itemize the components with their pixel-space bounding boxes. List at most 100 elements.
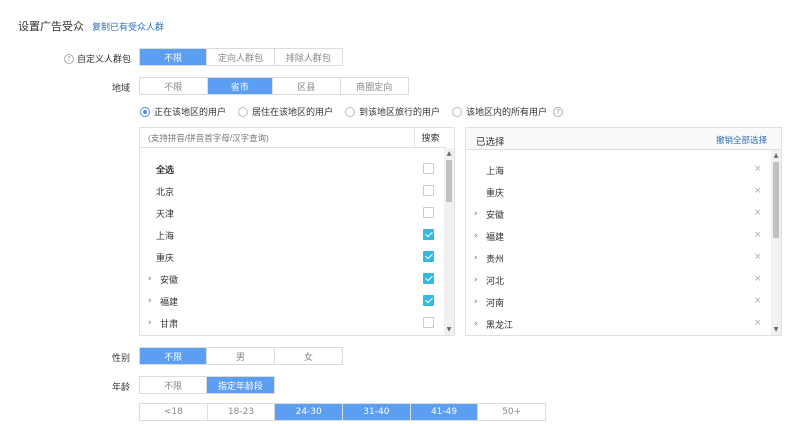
list-item[interactable]: › 安徽 [148, 268, 178, 290]
scope-radio-all[interactable] [452, 106, 463, 117]
selected-item: › 福建 [474, 225, 504, 247]
chevron-right-icon[interactable]: › [474, 209, 482, 219]
custom-audience-label: 自定义人群包 [77, 55, 132, 65]
chevron-right-icon[interactable]: › [474, 297, 482, 307]
chevron-right-icon[interactable]: › [148, 274, 156, 284]
region-scope-group: 正在该地区的用户 居住在该地区的用户 到该地区旅行的用户 该地区内的所有用户 ? [140, 105, 564, 118]
page-title: 设置广告受众 [18, 20, 84, 33]
checkbox-item[interactable] [423, 229, 434, 240]
list-item-label: 重庆 [156, 253, 175, 264]
selected-region-panel: 已选择 撤销全部选择 上海 重庆 › 安徽 › 福建 › 贵州 › 河北 › 河… [465, 127, 782, 336]
chevron-right-icon[interactable]: › [474, 319, 482, 329]
list-item[interactable]: 北京 [148, 180, 174, 202]
list-item[interactable]: › 甘肃 [148, 312, 178, 334]
remove-icon[interactable]: × [754, 252, 762, 262]
region-label: 地域 [111, 84, 130, 94]
chevron-right-icon[interactable]: › [148, 318, 156, 328]
chevron-right-icon[interactable]: › [474, 275, 482, 285]
gender-option-unlimited[interactable]: 不限 [140, 348, 208, 364]
scope-label-all: 该地区内的所有用户 [466, 108, 548, 118]
list-item-label: 甘肃 [160, 319, 179, 330]
help-icon[interactable]: ? [64, 53, 74, 64]
age-range-18-23[interactable]: 18-23 [207, 404, 276, 420]
checkbox-item[interactable] [423, 295, 434, 306]
list-item-label: 福建 [160, 297, 179, 308]
selected-item: 上海 [474, 159, 504, 181]
checkbox-item[interactable] [423, 207, 434, 218]
list-item[interactable]: 上海 [148, 224, 174, 246]
left-scrollbar[interactable]: ▲ ▼ [444, 148, 454, 335]
custom-audience-selector: 不限 定向人群包 排除人群包 [139, 48, 343, 66]
selected-item-label: 福建 [486, 232, 505, 243]
remove-icon[interactable]: × [754, 164, 762, 174]
selected-item-label: 安徽 [486, 210, 505, 221]
list-item[interactable]: 重庆 [148, 246, 174, 268]
scope-radio-travel[interactable] [345, 106, 356, 117]
copy-audience-link[interactable]: 复制已有受众人群 [92, 20, 164, 33]
remove-icon[interactable]: × [754, 318, 762, 328]
right-scrollbar[interactable]: ▲ ▼ [771, 150, 781, 335]
list-item-select-all[interactable]: 全选 [148, 158, 174, 180]
right-scroll-thumb[interactable] [773, 162, 779, 238]
checkbox-item[interactable] [423, 273, 434, 284]
remove-icon[interactable]: × [754, 274, 762, 284]
custom-audience-option-exclude[interactable]: 排除人群包 [274, 49, 343, 65]
list-item[interactable]: › 福建 [148, 290, 178, 312]
gender-selector: 不限 男 女 [139, 347, 343, 365]
list-item-label: 上海 [156, 231, 175, 242]
checkbox-item[interactable] [423, 251, 434, 262]
age-range-41-49[interactable]: 41-49 [410, 404, 479, 420]
clear-all-link[interactable]: 撤销全部选择 [716, 134, 767, 146]
age-option-unlimited[interactable]: 不限 [140, 377, 207, 393]
selected-item: › 贵州 [474, 247, 504, 269]
chevron-right-icon[interactable]: › [148, 296, 156, 306]
remove-icon[interactable]: × [754, 208, 762, 218]
selected-item: › 河北 [474, 269, 504, 291]
chevron-right-icon[interactable]: › [474, 253, 482, 263]
selected-panel-title: 已选择 [476, 137, 505, 148]
list-item[interactable]: 天津 [148, 202, 174, 224]
age-label: 年龄 [111, 383, 130, 393]
remove-icon[interactable]: × [754, 186, 762, 196]
scope-label-travel: 到该地区旅行的用户 [359, 108, 441, 118]
remove-icon[interactable]: × [754, 230, 762, 240]
list-item-label: 天津 [156, 209, 175, 220]
custom-audience-option-unlimited[interactable]: 不限 [140, 49, 208, 65]
age-option-custom[interactable]: 指定年龄段 [207, 377, 274, 393]
left-scroll-thumb[interactable] [446, 160, 452, 202]
region-option-province-city[interactable]: 省市 [207, 78, 274, 94]
help-icon[interactable]: ? [553, 106, 564, 117]
age-range-under-18[interactable]: <18 [140, 404, 208, 420]
region-search-input[interactable] [140, 128, 416, 148]
region-option-district[interactable]: 区县 [273, 78, 341, 94]
custom-audience-option-targeted[interactable]: 定向人群包 [207, 49, 275, 65]
checkbox-item[interactable] [423, 317, 434, 328]
region-search-button[interactable]: 搜索 [414, 128, 446, 148]
age-mode-selector: 不限 指定年龄段 [139, 376, 275, 394]
scroll-down-icon[interactable]: ▼ [445, 326, 453, 333]
region-list-panel: 搜索 全选 北京 天津 上海 重庆 › 安徽 › 福建 › 甘肃 ▲ [139, 127, 455, 336]
scope-label-current: 正在该地区的用户 [154, 108, 227, 118]
remove-icon[interactable]: × [754, 296, 762, 306]
gender-option-female[interactable]: 女 [274, 348, 343, 364]
scope-radio-current[interactable] [140, 106, 150, 117]
selected-item-label: 河南 [486, 298, 505, 309]
region-option-unlimited[interactable]: 不限 [140, 78, 208, 94]
selected-item-label: 重庆 [486, 188, 505, 199]
age-range-selector: <18 18-23 24-30 31-40 41-49 50+ [139, 403, 546, 421]
checkbox-item[interactable] [423, 185, 434, 196]
scroll-up-icon[interactable]: ▲ [772, 152, 780, 159]
selected-item-label: 上海 [486, 166, 505, 177]
age-range-24-30[interactable]: 24-30 [275, 404, 344, 420]
age-range-50-plus[interactable]: 50+ [478, 404, 546, 420]
gender-label: 性别 [111, 354, 130, 364]
scope-radio-resident[interactable] [238, 106, 249, 117]
region-option-business-area[interactable]: 商圈定向 [340, 78, 408, 94]
chevron-right-icon[interactable]: › [474, 231, 482, 241]
gender-option-male[interactable]: 男 [207, 348, 275, 364]
scroll-up-icon[interactable]: ▲ [445, 150, 453, 157]
scroll-down-icon[interactable]: ▼ [772, 326, 780, 333]
checkbox-select-all[interactable] [423, 163, 434, 174]
age-range-31-40[interactable]: 31-40 [343, 404, 411, 420]
selected-item: › 黑龙江 [474, 313, 513, 335]
